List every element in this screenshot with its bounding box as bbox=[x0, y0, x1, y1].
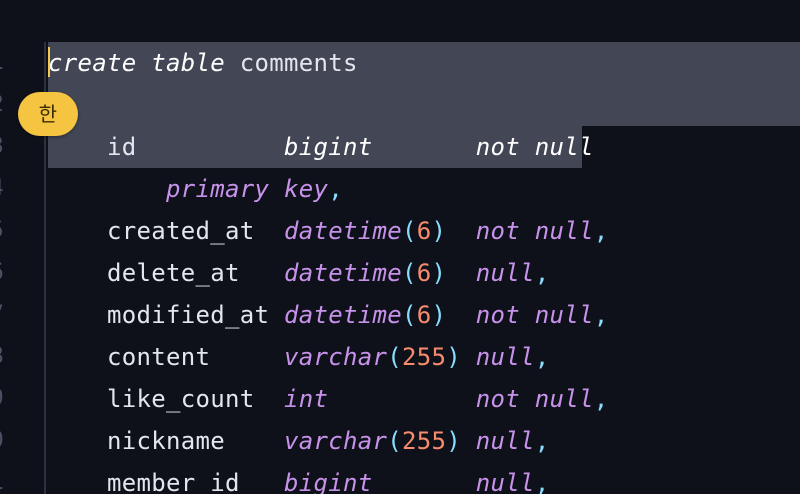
punctuation: ( bbox=[387, 427, 402, 455]
constraint: null bbox=[475, 469, 535, 494]
line-number-gutter: 1 2 3 4 5 6 7 8 9 10 11 bbox=[0, 0, 44, 494]
code-line[interactable]: nickname varchar(255) null, bbox=[48, 420, 550, 462]
line-number: 7 bbox=[0, 294, 4, 336]
line-number: 2 bbox=[0, 84, 4, 126]
column-type: varchar bbox=[284, 427, 388, 455]
line-number: 11 bbox=[0, 462, 4, 494]
code-line[interactable]: primary key, bbox=[48, 168, 343, 210]
input-method-indicator[interactable]: 한 bbox=[18, 92, 78, 136]
code-line[interactable]: content varchar(255) null, bbox=[48, 336, 550, 378]
column-type: bigint bbox=[284, 133, 373, 161]
number: 6 bbox=[416, 259, 432, 287]
code-line[interactable]: member_id bigint null, bbox=[48, 462, 550, 494]
constraint: not null bbox=[475, 133, 594, 161]
punctuation: ( bbox=[402, 259, 417, 287]
line-number: 1 bbox=[0, 42, 4, 84]
column-type: datetime bbox=[284, 301, 402, 329]
punctuation: ( bbox=[402, 301, 417, 329]
punctuation: ( bbox=[402, 217, 417, 245]
constraint: not null bbox=[475, 217, 594, 245]
constraint: null bbox=[475, 259, 535, 287]
line-number: 9 bbox=[0, 378, 4, 420]
line-number: 6 bbox=[0, 252, 4, 294]
column-name: member_id bbox=[107, 469, 240, 494]
line-number: 10 bbox=[0, 420, 4, 462]
punctuation: ) bbox=[431, 217, 447, 245]
keyword: table bbox=[151, 49, 225, 77]
punctuation: , bbox=[593, 301, 609, 329]
punctuation: , bbox=[593, 217, 609, 245]
constraint: not null bbox=[475, 385, 594, 413]
punctuation: ) bbox=[431, 259, 447, 287]
keyword: primary bbox=[166, 175, 270, 203]
code-line[interactable]: like_count int not null, bbox=[48, 378, 609, 420]
code-line[interactable]: id bigint not null bbox=[48, 126, 594, 168]
line-number: 3 bbox=[0, 126, 4, 168]
column-name: id bbox=[107, 133, 137, 161]
column-type: bigint bbox=[284, 469, 373, 494]
code-editor[interactable]: 1 2 3 4 5 6 7 8 9 10 11 create table com… bbox=[0, 0, 800, 494]
column-name: created_at bbox=[107, 217, 255, 245]
column-name: content bbox=[107, 343, 211, 371]
punctuation: , bbox=[328, 175, 343, 203]
column-name: modified_at bbox=[107, 301, 270, 329]
punctuation: ) bbox=[446, 427, 461, 455]
keyword: create bbox=[48, 49, 137, 77]
column-type: varchar bbox=[284, 343, 388, 371]
line-number: 8 bbox=[0, 336, 4, 378]
column-type: datetime bbox=[284, 217, 402, 245]
code-line[interactable]: modified_at datetime(6) not null, bbox=[48, 294, 609, 336]
constraint: not null bbox=[475, 301, 594, 329]
column-name: like_count bbox=[107, 385, 255, 413]
punctuation: , bbox=[534, 259, 550, 287]
line-number: 4 bbox=[0, 168, 4, 210]
column-type: datetime bbox=[284, 259, 402, 287]
punctuation: , bbox=[534, 469, 550, 494]
punctuation: , bbox=[593, 385, 609, 413]
number: 6 bbox=[416, 301, 432, 329]
number: 6 bbox=[416, 217, 432, 245]
code-line[interactable]: create table comments bbox=[48, 42, 358, 84]
table-name: comments bbox=[239, 49, 358, 77]
constraint: null bbox=[475, 343, 535, 371]
number: 255 bbox=[402, 343, 447, 371]
column-name: delete_at bbox=[107, 259, 240, 287]
number: 255 bbox=[402, 427, 447, 455]
code-line[interactable]: delete_at datetime(6) null, bbox=[48, 252, 550, 294]
code-line[interactable]: created_at datetime(6) not null, bbox=[48, 210, 609, 252]
column-name: nickname bbox=[107, 427, 225, 455]
punctuation: ) bbox=[446, 343, 461, 371]
punctuation: ( bbox=[387, 343, 402, 371]
punctuation: , bbox=[534, 427, 550, 455]
line-number: 5 bbox=[0, 210, 4, 252]
column-type: int bbox=[284, 385, 329, 413]
text-cursor bbox=[48, 47, 50, 77]
punctuation: , bbox=[534, 343, 550, 371]
constraint: null bbox=[475, 427, 535, 455]
punctuation: ) bbox=[431, 301, 447, 329]
keyword: key bbox=[284, 175, 329, 203]
